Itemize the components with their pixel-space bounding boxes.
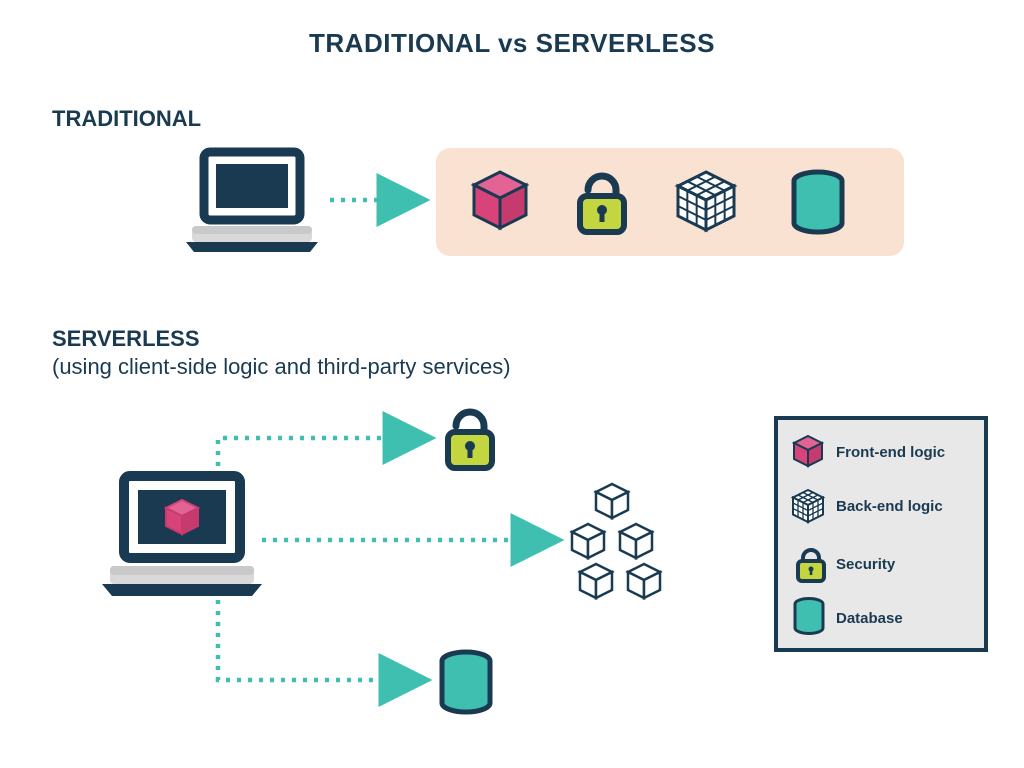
arrow [218, 438, 432, 466]
legend-item-security: Security [836, 556, 895, 573]
legend-item-front-end: Front-end logic [836, 444, 945, 461]
legend-item-back-end: Back-end logic [836, 498, 943, 515]
legend-item-database: Database [836, 610, 903, 627]
laptop-icon [186, 152, 318, 252]
cube-icon [474, 172, 526, 228]
cube-cluster-icon [572, 484, 660, 598]
page-title: TRADITIONAL vs SERVERLESS [0, 28, 1024, 59]
serverless-heading: SERVERLESS [52, 326, 200, 352]
lock-icon [580, 176, 624, 232]
traditional-heading: TRADITIONAL [52, 106, 201, 132]
cube-grid-icon [678, 172, 734, 230]
database-icon [794, 172, 842, 232]
arrow [218, 600, 428, 680]
serverless-subheading: (using client-side logic and third-party… [52, 354, 511, 380]
database-icon [442, 652, 490, 712]
backend-group-box [436, 148, 904, 256]
laptop-with-cube-icon [102, 476, 262, 596]
lock-icon [448, 412, 492, 468]
